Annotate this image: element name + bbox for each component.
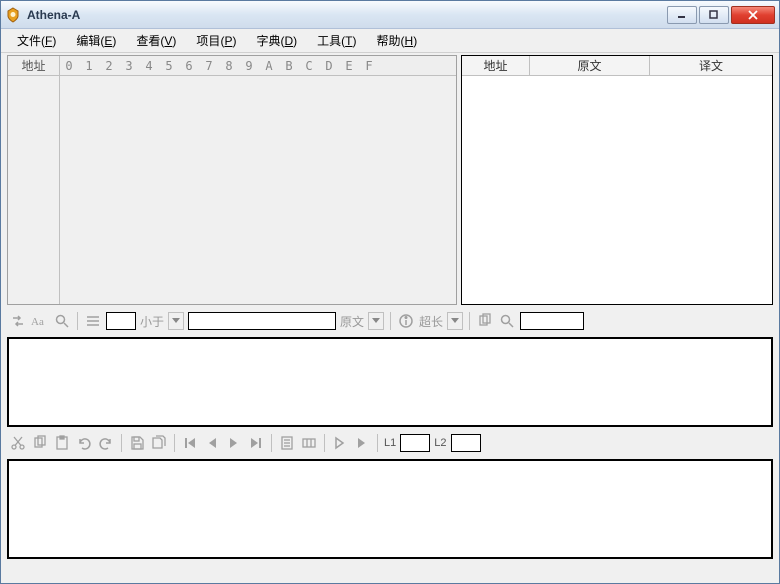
doc-icon[interactable] [278, 434, 296, 452]
next-icon[interactable] [225, 434, 243, 452]
menu-project[interactable]: 项目(P) [186, 29, 246, 52]
app-icon [5, 7, 21, 23]
l2-input[interactable] [451, 434, 481, 452]
first-icon[interactable] [181, 434, 199, 452]
info-icon[interactable] [397, 312, 415, 330]
translation-list[interactable] [462, 76, 772, 304]
lessthan-label: 小于 [140, 313, 164, 330]
play-icon[interactable] [331, 434, 349, 452]
menu-help[interactable]: 帮助(H) [367, 29, 428, 52]
filter-toolbar: Aa 小于 原文 超长 [7, 309, 773, 333]
copy-small-icon[interactable] [476, 312, 494, 330]
save-icon[interactable] [128, 434, 146, 452]
hex-panel: 地址 0123456789ABCDEF [7, 55, 457, 305]
menu-tools[interactable]: 工具(T) [307, 29, 366, 52]
overlong-dropdown[interactable] [447, 312, 463, 330]
cut-icon[interactable] [9, 434, 27, 452]
source-label: 原文 [340, 313, 364, 330]
window-controls [667, 6, 775, 24]
menubar: 文件(F) 编辑(E) 查看(V) 项目(P) 字典(D) 工具(T) 帮助(H… [1, 29, 779, 53]
overlong-label: 超长 [419, 313, 443, 330]
source-text-panel[interactable] [7, 337, 773, 427]
hex-header: 地址 0123456789ABCDEF [8, 56, 456, 76]
play-solid-icon[interactable] [353, 434, 371, 452]
hex-body[interactable] [8, 76, 456, 304]
hex-columns-header: 0123456789ABCDEF [60, 56, 456, 75]
paste-icon[interactable] [53, 434, 71, 452]
case-icon[interactable]: Aa [31, 312, 49, 330]
swap-icon[interactable] [9, 312, 27, 330]
copy-icon[interactable] [31, 434, 49, 452]
lessthan-dropdown[interactable] [168, 312, 184, 330]
maximize-button[interactable] [699, 6, 729, 24]
source-dropdown[interactable] [368, 312, 384, 330]
l2-label: L2 [434, 437, 446, 449]
menu-dict[interactable]: 字典(D) [246, 29, 307, 52]
hex-address-header: 地址 [8, 56, 60, 75]
svg-text:Aa: Aa [31, 316, 44, 328]
last-icon[interactable] [247, 434, 265, 452]
trans-col-target[interactable]: 译文 [650, 56, 772, 75]
prev-icon[interactable] [203, 434, 221, 452]
close-button[interactable] [731, 6, 775, 24]
filter-value-input[interactable] [106, 312, 136, 330]
translation-panel: 地址 原文 译文 [461, 55, 773, 305]
menu-edit[interactable]: 编辑(E) [66, 29, 126, 52]
search-input[interactable] [520, 312, 584, 330]
edit-toolbar: L1 L2 [7, 431, 773, 455]
l1-label: L1 [384, 437, 396, 449]
trans-col-address[interactable]: 地址 [462, 56, 530, 75]
trans-col-source[interactable]: 原文 [530, 56, 650, 75]
minimize-button[interactable] [667, 6, 697, 24]
window-title: Athena-A [27, 8, 667, 22]
titlebar: Athena-A [1, 1, 779, 29]
search-icon[interactable] [53, 312, 71, 330]
saveall-icon[interactable] [150, 434, 168, 452]
l1-input[interactable] [400, 434, 430, 452]
search-small-icon[interactable] [498, 312, 516, 330]
translation-header: 地址 原文 译文 [462, 56, 772, 76]
redo-icon[interactable] [97, 434, 115, 452]
hex-address-column [8, 76, 60, 304]
grid-icon[interactable] [300, 434, 318, 452]
menu-view[interactable]: 查看(V) [126, 29, 186, 52]
undo-icon[interactable] [75, 434, 93, 452]
app-window: Athena-A 文件(F) 编辑(E) 查看(V) 项目(P) 字典(D) 工… [0, 0, 780, 584]
list-icon[interactable] [84, 312, 102, 330]
filter-text-input[interactable] [188, 312, 336, 330]
menu-file[interactable]: 文件(F) [7, 29, 66, 52]
target-text-panel[interactable] [7, 459, 773, 559]
